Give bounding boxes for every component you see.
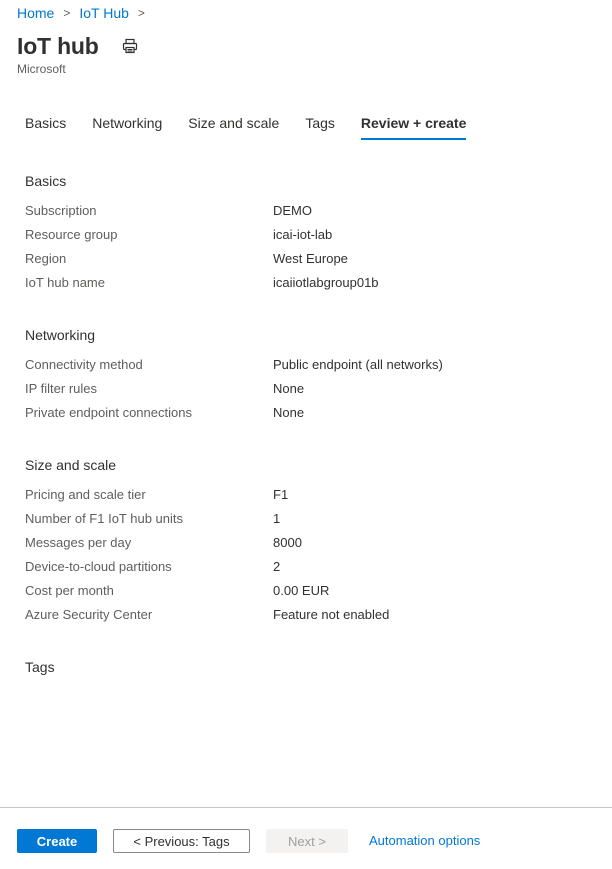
footer-action-bar: Create < Previous: Tags Next > Automatio… <box>0 807 612 869</box>
row-value: F1 <box>273 487 289 502</box>
section-title: Networking <box>25 327 96 343</box>
row-label: IP filter rules <box>25 381 98 396</box>
tab-basics[interactable]: Basics <box>25 115 66 140</box>
row-label: Device-to-cloud partitions <box>25 559 172 574</box>
row-value: West Europe <box>273 251 348 266</box>
row-label: IoT hub name <box>25 275 105 290</box>
row-label: Azure Security Center <box>25 607 153 622</box>
title-row: IoT hub <box>17 31 138 61</box>
section-networking: Networking Connectivity method Public en… <box>25 326 585 425</box>
section-size-and-scale: Size and scale Pricing and scale tier F1… <box>25 456 585 627</box>
summary-row: Connectivity method Public endpoint (all… <box>25 353 585 377</box>
page: Home > IoT Hub > IoT hub Microsoft Basic… <box>0 0 612 869</box>
row-value: DEMO <box>273 203 312 218</box>
row-value: icaiiotlabgroup01b <box>273 275 379 290</box>
tab-size-and-scale[interactable]: Size and scale <box>188 115 279 140</box>
row-label: Cost per month <box>25 583 114 598</box>
tab-review-create[interactable]: Review + create <box>360 115 467 140</box>
chevron-right-icon: > <box>137 6 145 20</box>
row-label: Messages per day <box>25 535 132 550</box>
section-tags: Tags <box>25 658 585 676</box>
breadcrumb: Home > IoT Hub > <box>17 4 154 22</box>
section-title: Tags <box>25 659 55 675</box>
row-value: icai-iot-lab <box>273 227 333 242</box>
summary-row: Resource group icai-iot-lab <box>25 223 585 247</box>
summary-row: IP filter rules None <box>25 377 585 401</box>
row-label: Region <box>25 251 67 266</box>
row-value: 1 <box>273 511 281 526</box>
row-value: Public endpoint (all networks) <box>273 357 443 372</box>
row-label: Connectivity method <box>25 357 143 372</box>
row-value: 8000 <box>273 535 302 550</box>
row-value: 2 <box>273 559 281 574</box>
row-value: 0.00 EUR <box>273 583 330 598</box>
tab-tags[interactable]: Tags <box>305 115 335 140</box>
row-label: Number of F1 IoT hub units <box>25 511 184 526</box>
row-value: None <box>273 381 305 396</box>
row-label: Resource group <box>25 227 118 242</box>
row-label: Pricing and scale tier <box>25 487 146 502</box>
summary-row: Device-to-cloud partitions 2 <box>25 555 585 579</box>
summary-row: IoT hub name icaiiotlabgroup01b <box>25 271 585 295</box>
create-button[interactable]: Create <box>17 829 97 853</box>
summary-row: Messages per day 8000 <box>25 531 585 555</box>
section-title: Size and scale <box>25 457 117 473</box>
tab-networking[interactable]: Networking <box>92 115 162 140</box>
automation-options-link[interactable]: Automation options <box>369 829 480 853</box>
section-title: Basics <box>25 173 67 189</box>
print-icon[interactable] <box>122 38 138 54</box>
summary-row: Number of F1 IoT hub units 1 <box>25 507 585 531</box>
summary-row: Private endpoint connections None <box>25 401 585 425</box>
next-button: Next > <box>266 829 348 853</box>
section-basics: Basics Subscription DEMO Resource group … <box>25 172 585 295</box>
page-subtitle: Microsoft <box>17 62 66 76</box>
row-value: Feature not enabled <box>273 607 390 622</box>
summary-row: Cost per month 0.00 EUR <box>25 579 585 603</box>
summary-row: Pricing and scale tier F1 <box>25 483 585 507</box>
row-label: Private endpoint connections <box>25 405 192 420</box>
tab-bar: Basics Networking Size and scale Tags Re… <box>25 115 492 140</box>
summary-row: Region West Europe <box>25 247 585 271</box>
chevron-right-icon: > <box>63 6 71 20</box>
breadcrumb-home-link[interactable]: Home <box>17 5 54 21</box>
summary-row: Azure Security Center Feature not enable… <box>25 603 585 627</box>
summary-row: Subscription DEMO <box>25 199 585 223</box>
row-value: None <box>273 405 305 420</box>
row-label: Subscription <box>25 203 97 218</box>
page-title: IoT hub <box>17 32 99 59</box>
previous-tags-button[interactable]: < Previous: Tags <box>113 829 250 853</box>
breadcrumb-iot-hub-link[interactable]: IoT Hub <box>79 5 129 21</box>
